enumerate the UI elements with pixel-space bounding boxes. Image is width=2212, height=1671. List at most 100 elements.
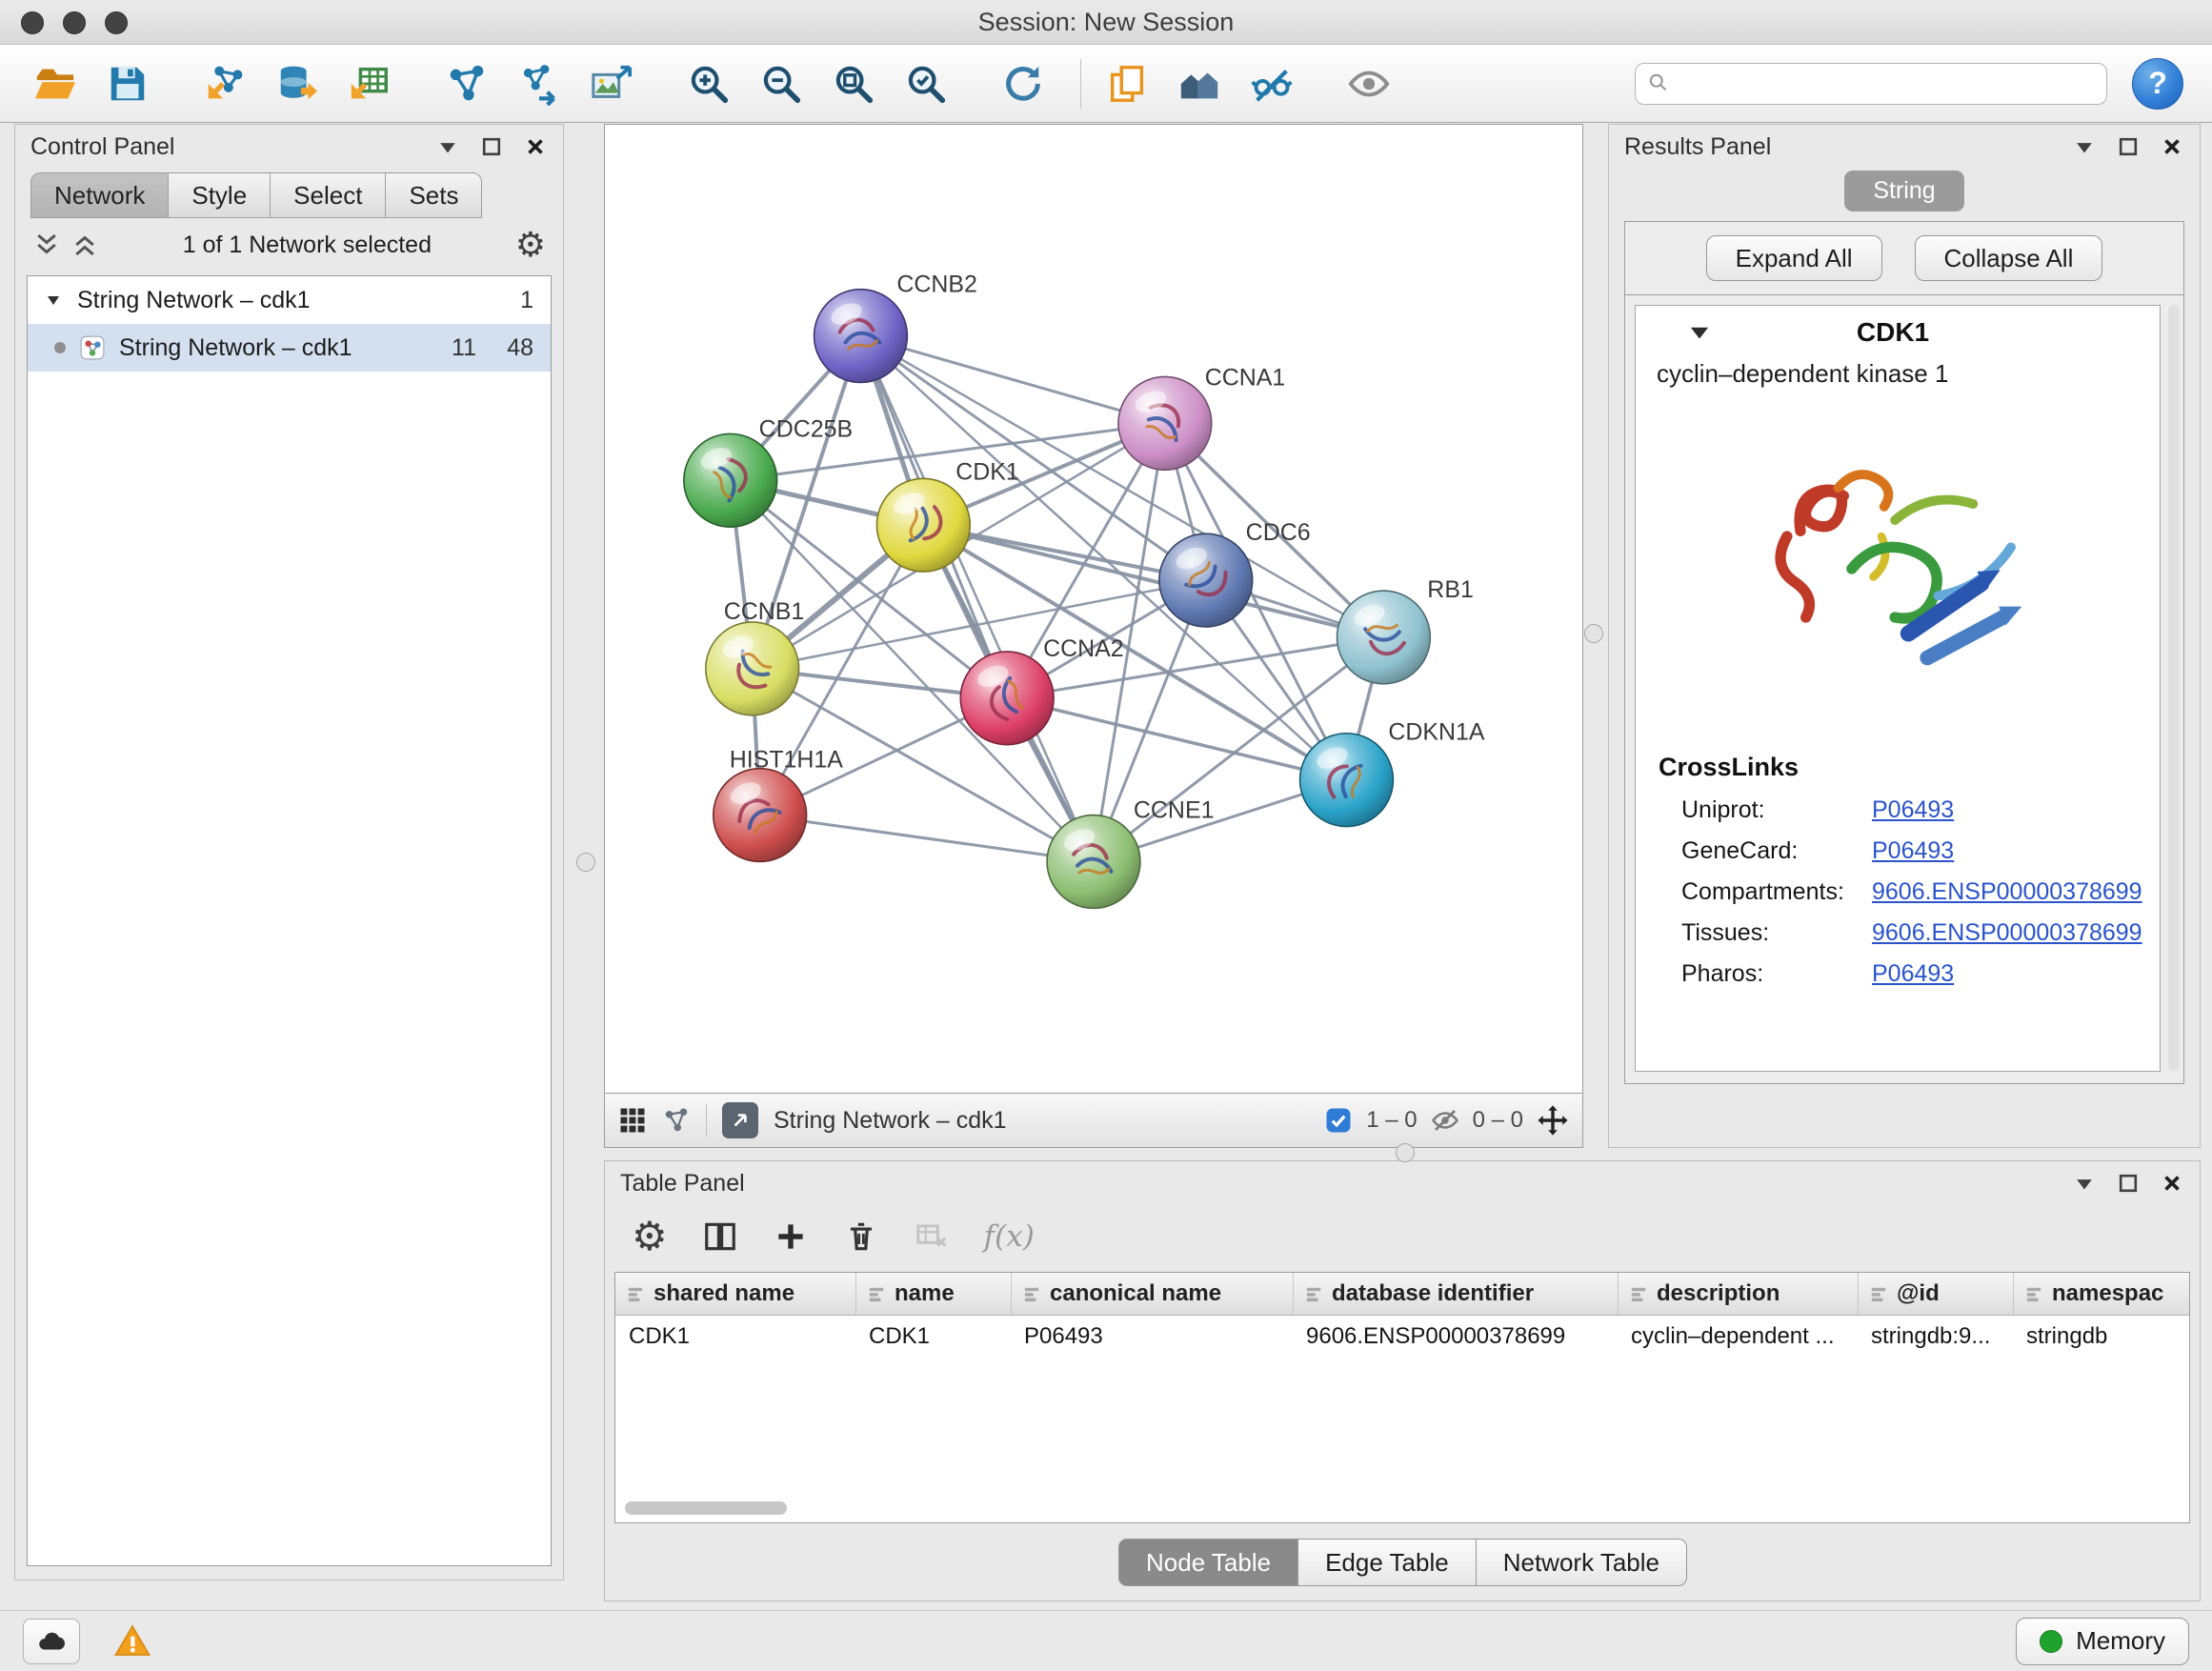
crosslink-link[interactable]: 9606.ENSP00000378699 [1872,878,2142,906]
splitter-handle-right[interactable] [1584,624,1603,643]
column-header-name[interactable]: name [855,1273,1011,1315]
network-node-CCNA1[interactable] [1118,376,1212,470]
pan-move-icon[interactable] [1537,1104,1569,1137]
panel-menu-icon[interactable] [2072,134,2097,159]
tab-select[interactable]: Select [270,172,386,218]
table-options-gear-icon[interactable]: ⚙ [632,1217,668,1257]
network-from-selection-button[interactable] [509,52,570,115]
network-node-HIST1H1A[interactable] [714,769,807,862]
tab-network-table[interactable]: Network Table [1476,1539,1687,1586]
crosslink-link[interactable]: P06493 [1872,796,1954,824]
warning-icon[interactable] [112,1621,152,1661]
crosslink-link[interactable]: P06493 [1872,837,1954,865]
import-network-from-file-button[interactable] [194,52,255,115]
copy-document-button[interactable] [1096,52,1157,115]
network-node-CCNE1[interactable] [1047,815,1140,909]
grid-view-icon[interactable] [618,1106,647,1135]
help-button[interactable]: ? [2132,58,2183,110]
collapse-all-icon[interactable] [32,231,61,259]
tab-network[interactable]: Network [30,172,169,218]
network-node-CCNA2[interactable] [960,652,1054,745]
function-builder-button[interactable]: f(x) [984,1219,1035,1254]
hide-panels-button[interactable] [1241,52,1302,115]
network-node-CDC6[interactable] [1159,534,1253,627]
tree-expander-icon[interactable] [45,291,64,310]
export-image-button[interactable] [581,52,642,115]
gene-name: CDK1 [1712,317,2074,348]
cloud-button[interactable] [23,1619,80,1664]
close-panel-icon[interactable] [523,134,548,159]
zoom-selected-button[interactable] [895,52,956,115]
network-overview-icon[interactable] [662,1106,691,1135]
collapse-entry-icon[interactable] [1687,320,1712,345]
horizontal-scrollbar[interactable] [625,1501,787,1515]
float-panel-icon[interactable] [2116,134,2141,159]
memory-button[interactable]: Memory [2016,1618,2189,1665]
network-node-CDC25B[interactable] [684,433,777,527]
hidden-eye-slash-icon[interactable] [1431,1106,1459,1135]
close-window-button[interactable] [21,11,44,34]
column-header-database-identifier[interactable]: database identifier [1293,1273,1618,1315]
tab-edge-table[interactable]: Edge Table [1297,1539,1477,1586]
edge-HIST1H1A-CCNE1[interactable] [760,815,1094,862]
network-row-selected[interactable]: String Network – cdk1 11 48 [28,324,551,372]
tab-string[interactable]: String [1844,171,1963,211]
close-panel-icon[interactable] [2160,1171,2184,1196]
zoom-window-button[interactable] [105,11,128,34]
column-header-shared-name[interactable]: shared name [615,1273,855,1315]
import-network-from-database-button[interactable] [267,52,328,115]
network-canvas[interactable]: CCNB2CCNA1CDC25BCDK1CDC6RB1CCNB1CCNA2CDK… [605,125,1582,1093]
export-network-button[interactable] [722,1102,758,1138]
add-column-icon[interactable] [773,1218,809,1255]
edge-CCNB2-CCNA1[interactable] [860,336,1164,424]
float-panel-icon[interactable] [479,134,504,159]
table-row[interactable]: CDK1CDK1P064939606.ENSP00000378699cyclin… [615,1316,2189,1358]
network-view[interactable]: CCNB2CCNA1CDC25BCDK1CDC6RB1CCNB1CCNA2CDK… [604,124,1583,1094]
new-network-button[interactable] [436,52,497,115]
selected-checkbox-icon[interactable] [1324,1106,1353,1135]
zoom-fit-button[interactable] [823,52,884,115]
tab-style[interactable]: Style [168,172,271,218]
network-options-gear-icon[interactable]: ⚙ [515,228,546,262]
minimize-window-button[interactable] [63,11,86,34]
splitter-handle-bottom[interactable] [1396,1143,1415,1162]
show-columns-icon[interactable] [702,1218,738,1255]
birdseye-home-button[interactable] [1169,52,1230,115]
show-panel-button[interactable] [1338,52,1399,115]
column-header-description[interactable]: description [1618,1273,1858,1315]
splitter-handle-left[interactable] [576,853,595,872]
expand-all-icon[interactable] [70,231,99,259]
crosslink-link[interactable]: P06493 [1872,960,1954,988]
node-label-CDC6: CDC6 [1246,519,1311,546]
save-session-button[interactable] [97,52,158,115]
network-node-CDK1[interactable] [876,478,970,572]
results-scrollbar[interactable] [2168,305,2180,1071]
network-node-CDKN1A[interactable] [1300,734,1394,827]
delete-column-icon[interactable] [843,1218,879,1255]
crosslink-link[interactable]: 9606.ENSP00000378699 [1872,919,2142,947]
zoom-in-button[interactable] [678,52,739,115]
close-panel-icon[interactable] [2160,134,2184,159]
network-node-CCNB2[interactable] [814,290,908,383]
network-collection-row[interactable]: String Network – cdk1 1 [28,276,551,324]
zoom-out-button[interactable] [751,52,812,115]
edge-CCNA2-CDKN1A[interactable] [1007,698,1346,780]
edge-CCNB2-CCNE1[interactable] [860,336,1094,862]
tab-node-table[interactable]: Node Table [1118,1539,1298,1586]
collapse-all-button[interactable]: Collapse All [1915,235,2103,281]
import-table-from-file-button[interactable] [339,52,400,115]
float-panel-icon[interactable] [2116,1171,2141,1196]
column-header-namespac[interactable]: namespac [2013,1273,2189,1315]
search-input[interactable] [1679,70,2095,98]
network-node-CCNB1[interactable] [706,622,799,715]
network-node-RB1[interactable] [1337,591,1430,684]
result-card-header[interactable]: CDK1 [1636,306,2160,359]
column-header-canonical-name[interactable]: canonical name [1011,1273,1293,1315]
panel-menu-icon[interactable] [435,134,460,159]
refresh-view-button[interactable] [993,52,1054,115]
column-header--id[interactable]: @id [1858,1273,2013,1315]
panel-menu-icon[interactable] [2072,1171,2097,1196]
tab-sets[interactable]: Sets [385,172,482,218]
expand-all-button[interactable]: Expand All [1706,235,1882,281]
open-session-button[interactable] [25,52,86,115]
